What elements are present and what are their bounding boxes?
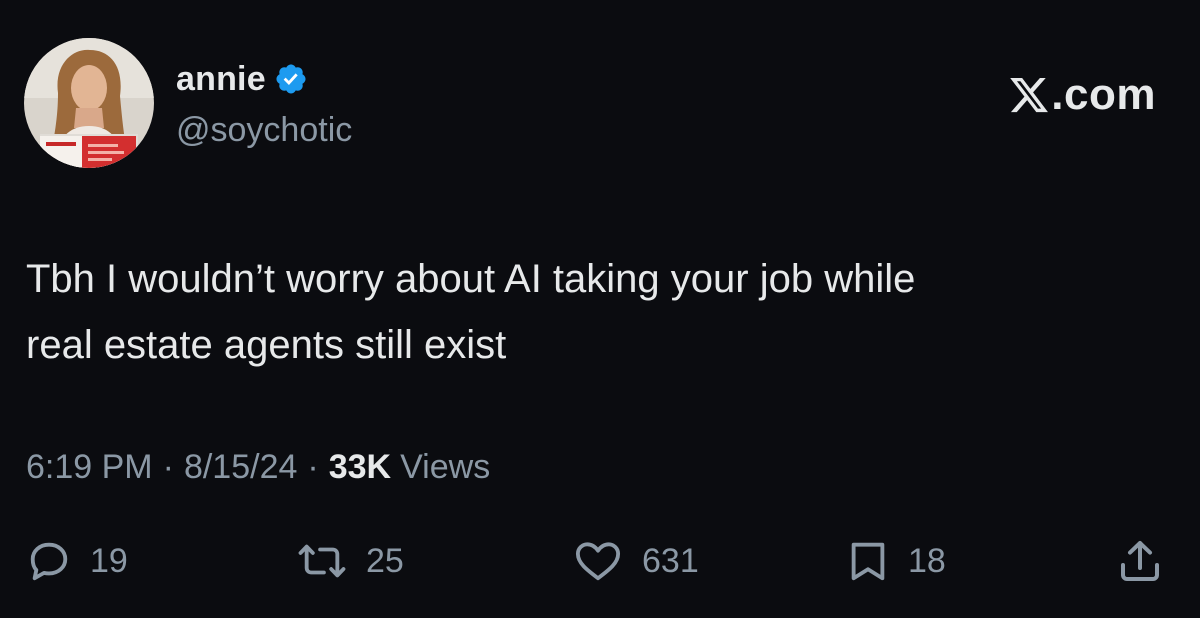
author-handle[interactable]: @soychotic <box>176 111 352 150</box>
tweet-meta: 6:19 PM · 8/15/24 · 33K Views <box>26 443 490 491</box>
share-icon <box>1116 537 1164 585</box>
avatar-photo <box>24 38 154 168</box>
heart-icon <box>572 538 624 584</box>
display-name[interactable]: annie <box>176 60 266 99</box>
tweet-text: Tbh I wouldn’t worry about AI taking you… <box>26 246 1156 378</box>
repost-icon <box>296 538 348 584</box>
reply-icon <box>26 538 72 584</box>
repost-count: 25 <box>366 541 404 580</box>
bookmark-button[interactable]: 18 <box>846 533 946 589</box>
meta-separator: · <box>162 447 174 486</box>
bookmark-icon <box>846 538 890 584</box>
like-button[interactable]: 631 <box>572 533 699 589</box>
views-count: 33K <box>328 447 392 486</box>
tweet-date[interactable]: 8/15/24 <box>184 448 297 487</box>
tweet-text-line-2: real estate agents still exist <box>26 323 507 367</box>
verified-badge-icon <box>274 62 308 96</box>
views-label: Views <box>400 447 491 486</box>
share-button[interactable] <box>1116 533 1164 589</box>
site-logo: .com <box>1008 70 1156 120</box>
tweet-time[interactable]: 6:19 PM <box>26 448 153 487</box>
reply-count: 19 <box>90 541 128 580</box>
x-logo-icon <box>1008 74 1050 116</box>
like-count: 631 <box>642 541 699 580</box>
author-name-row: annie <box>176 56 308 102</box>
avatar[interactable] <box>24 38 154 168</box>
bookmark-count: 18 <box>908 541 946 580</box>
meta-separator: · <box>307 447 319 486</box>
site-domain-suffix: .com <box>1051 70 1156 119</box>
tweet-text-line-1: Tbh I wouldn’t worry about AI taking you… <box>26 257 916 301</box>
repost-button[interactable]: 25 <box>296 533 404 589</box>
reply-button[interactable]: 19 <box>26 533 128 589</box>
tweet-actions: 19 25 631 18 <box>0 533 1200 589</box>
